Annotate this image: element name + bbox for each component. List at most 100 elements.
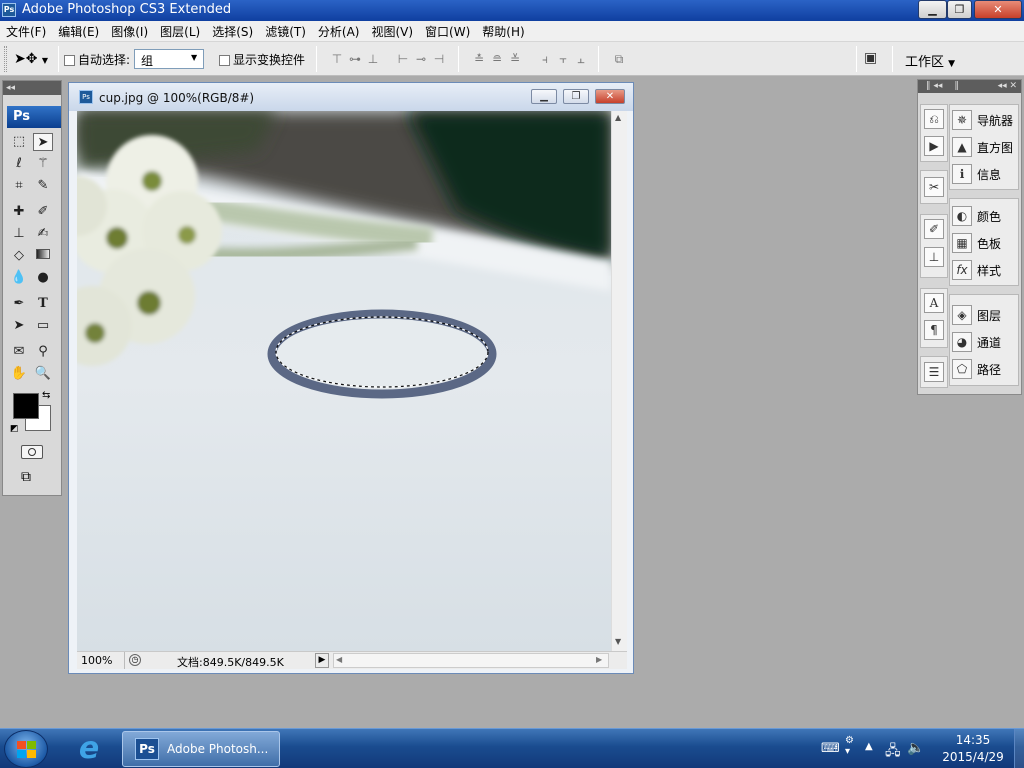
internet-explorer-icon[interactable]: e bbox=[72, 733, 106, 765]
menu-edit[interactable]: 编辑(E) bbox=[58, 23, 99, 40]
menu-select[interactable]: 选择(S) bbox=[212, 23, 253, 40]
auto-align-icon[interactable]: ⧉ bbox=[610, 51, 628, 67]
auto-select-checkbox[interactable] bbox=[64, 55, 75, 66]
move-tool-icon[interactable]: ➤ bbox=[33, 133, 53, 151]
start-button[interactable] bbox=[4, 730, 48, 768]
dodge-tool-icon[interactable]: ● bbox=[33, 269, 53, 287]
crop-tool-icon[interactable]: ⌗ bbox=[9, 177, 29, 195]
eyedropper-tool-icon[interactable]: ⚲ bbox=[33, 343, 53, 361]
menu-help[interactable]: 帮助(H) bbox=[482, 23, 524, 40]
dock-header[interactable]: ‖ ◂◂ ‖ ◂◂ ✕ bbox=[918, 80, 1021, 93]
layer-comps-icon[interactable]: ☰ bbox=[924, 362, 944, 382]
status-info-icon[interactable]: ◷ bbox=[129, 654, 141, 666]
foreground-color-swatch[interactable] bbox=[13, 393, 39, 419]
menu-analysis[interactable]: 分析(A) bbox=[318, 23, 360, 40]
distribute-top-icon[interactable]: ≛ bbox=[470, 51, 488, 67]
panel-layers[interactable]: ◈ 图层 bbox=[952, 303, 1001, 327]
input-method-icon[interactable]: ⚙ ▾ bbox=[845, 735, 854, 757]
restore-button[interactable]: ❐ bbox=[947, 0, 972, 19]
paragraph-icon[interactable]: ¶ bbox=[924, 320, 944, 340]
gradient-tool-icon[interactable] bbox=[33, 247, 53, 265]
eraser-tool-icon[interactable]: ◇ bbox=[9, 247, 29, 265]
clone-source-icon[interactable]: ⊥ bbox=[924, 247, 944, 267]
zoom-tool-icon[interactable]: 🔍 bbox=[33, 365, 53, 383]
show-transform-checkbox[interactable] bbox=[219, 55, 230, 66]
marquee-tool-icon[interactable]: ⬚ bbox=[9, 133, 29, 151]
workspace-menu[interactable]: 工作区 ▼ bbox=[905, 51, 955, 70]
panel-styles[interactable]: fx 样式 bbox=[952, 258, 1001, 282]
options-grip[interactable] bbox=[4, 46, 7, 72]
clock-time[interactable]: 14:35 bbox=[943, 733, 1003, 747]
auto-select-dropdown[interactable]: 组 ▼ bbox=[134, 49, 204, 69]
brushes-icon[interactable]: ✐ bbox=[924, 219, 944, 239]
history-icon[interactable]: ⎌ bbox=[924, 109, 944, 129]
panel-color[interactable]: ◐ 颜色 bbox=[952, 204, 1001, 228]
healing-brush-tool-icon[interactable]: ✚ bbox=[9, 203, 29, 221]
blur-tool-icon[interactable]: 💧 bbox=[9, 269, 29, 287]
panel-navigator[interactable]: ✵ 导航器 bbox=[952, 108, 1013, 132]
lasso-tool-icon[interactable]: ℓ bbox=[9, 155, 29, 173]
align-top-icon[interactable]: ⊤ bbox=[328, 51, 346, 67]
scroll-right-icon[interactable]: ▶ bbox=[596, 655, 602, 664]
history-brush-tool-icon[interactable]: ✍ bbox=[33, 225, 53, 243]
screen-mode-icon[interactable]: ⧉ bbox=[21, 469, 31, 485]
horizontal-scrollbar[interactable]: ◀ ▶ bbox=[333, 653, 609, 668]
menu-filter[interactable]: 滤镜(T) bbox=[265, 23, 306, 40]
align-vcenter-icon[interactable]: ⊶ bbox=[346, 51, 364, 67]
type-tool-icon[interactable]: T bbox=[33, 295, 53, 313]
status-menu-arrow-icon[interactable]: ▶ bbox=[315, 653, 329, 668]
align-left-icon[interactable]: ⊢ bbox=[394, 51, 412, 67]
image-canvas[interactable] bbox=[77, 111, 611, 651]
align-right-icon[interactable]: ⊣ bbox=[430, 51, 448, 67]
menu-image[interactable]: 图像(I) bbox=[111, 23, 148, 40]
doc-minimize-button[interactable]: ▁ bbox=[531, 89, 557, 104]
distribute-hcenter-icon[interactable]: ⫟ bbox=[554, 51, 572, 67]
path-selection-tool-icon[interactable]: ➤ bbox=[9, 317, 29, 335]
panel-info[interactable]: ℹ 信息 bbox=[952, 162, 1001, 186]
align-bottom-icon[interactable]: ⊥ bbox=[364, 51, 382, 67]
character-icon[interactable]: A bbox=[924, 293, 944, 313]
pen-tool-icon[interactable]: ✒ bbox=[9, 295, 29, 313]
clone-stamp-tool-icon[interactable]: ⊥ bbox=[9, 225, 29, 243]
taskbar-photoshop-button[interactable]: Ps Adobe Photosh... bbox=[122, 731, 280, 767]
scroll-up-icon[interactable]: ▲ bbox=[615, 113, 621, 122]
volume-icon[interactable]: 🔈 bbox=[907, 740, 924, 756]
panel-swatches[interactable]: ▦ 色板 bbox=[952, 231, 1001, 255]
menu-file[interactable]: 文件(F) bbox=[6, 23, 46, 40]
distribute-vcenter-icon[interactable]: ≘ bbox=[488, 51, 506, 67]
swap-colors-icon[interactable]: ⇆ bbox=[42, 390, 50, 401]
tool-preset-picker[interactable]: ➤✥ ▼ bbox=[14, 48, 54, 70]
brush-tool-icon[interactable]: ✐ bbox=[33, 203, 53, 221]
menu-layer[interactable]: 图层(L) bbox=[160, 23, 200, 40]
actions-play-icon[interactable]: ▶ bbox=[924, 136, 944, 156]
hand-tool-icon[interactable]: ✋ bbox=[9, 365, 29, 383]
bridge-icon[interactable]: ▣ bbox=[864, 50, 886, 68]
menu-window[interactable]: 窗口(W) bbox=[425, 23, 470, 40]
zoom-field[interactable]: 100% bbox=[77, 652, 125, 669]
notes-tool-icon[interactable]: ✉ bbox=[9, 343, 29, 361]
tool-presets-icon[interactable]: ✂ bbox=[924, 177, 944, 197]
show-hidden-icons-icon[interactable]: ▲ bbox=[865, 741, 873, 752]
network-icon[interactable]: 🖧 bbox=[885, 740, 901, 764]
panel-channels[interactable]: ◕ 通道 bbox=[952, 330, 1001, 354]
distribute-bottom-icon[interactable]: ≚ bbox=[506, 51, 524, 67]
align-hcenter-icon[interactable]: ⊸ bbox=[412, 51, 430, 67]
close-button[interactable]: ✕ bbox=[974, 0, 1022, 19]
doc-restore-button[interactable]: ❐ bbox=[563, 89, 589, 104]
tools-panel-header[interactable]: ◂◂ bbox=[3, 81, 61, 95]
ps-logo-button[interactable]: Ps bbox=[7, 106, 61, 128]
panel-histogram[interactable]: ▲ 直方图 bbox=[952, 135, 1013, 159]
distribute-right-icon[interactable]: ⫠ bbox=[572, 51, 590, 67]
distribute-left-icon[interactable]: ⫞ bbox=[536, 51, 554, 67]
show-desktop-button[interactable] bbox=[1014, 729, 1024, 768]
document-titlebar[interactable]: Ps cup.jpg @ 100%(RGB/8#) ▁ ❐ ✕ bbox=[69, 83, 633, 111]
slice-tool-icon[interactable]: ✎ bbox=[33, 177, 53, 195]
doc-close-button[interactable]: ✕ bbox=[595, 89, 625, 104]
quick-mask-icon[interactable] bbox=[21, 445, 43, 459]
vertical-scrollbar[interactable]: ▲ ▼ bbox=[611, 111, 627, 651]
scroll-left-icon[interactable]: ◀ bbox=[336, 655, 342, 664]
clock-date[interactable]: 2015/4/29 bbox=[937, 750, 1009, 764]
default-colors-icon[interactable]: ◩ bbox=[10, 424, 19, 434]
menu-view[interactable]: 视图(V) bbox=[371, 23, 413, 40]
panel-paths[interactable]: ⬠ 路径 bbox=[952, 357, 1001, 381]
